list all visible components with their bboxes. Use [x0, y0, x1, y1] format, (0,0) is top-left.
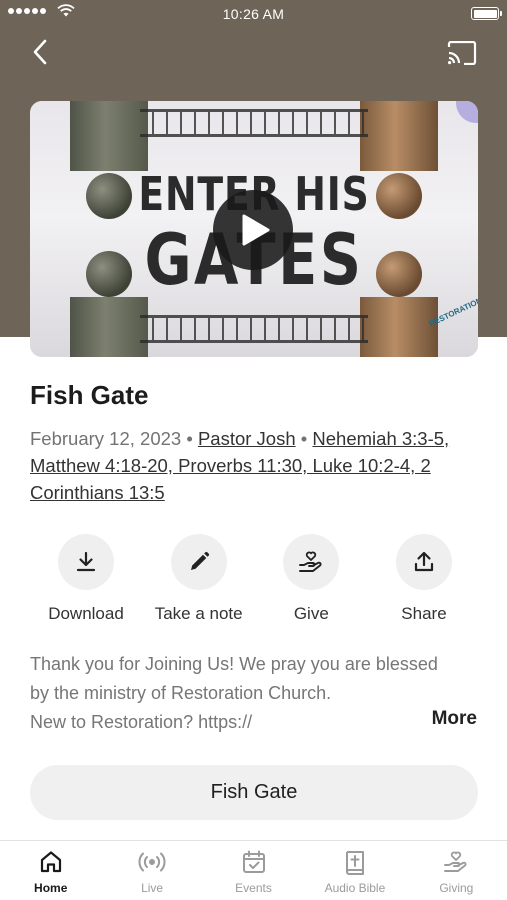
sermon-thumbnail[interactable]: ENTER HIS GATES RESTORATION [30, 101, 478, 357]
tab-audio-bible[interactable]: Audio Bible [304, 841, 405, 900]
cast-icon [447, 41, 477, 65]
back-button[interactable] [24, 36, 56, 68]
sermon-description: Thank you for Joining Us! We pray you ar… [30, 650, 480, 737]
tab-events[interactable]: Events [203, 841, 304, 900]
ironwork-top [140, 109, 368, 137]
take-note-label: Take a note [154, 604, 243, 623]
tab-live-label: Live [141, 881, 164, 895]
take-note-circle [170, 534, 227, 590]
giving-hand-icon [299, 551, 322, 572]
tab-giving-label: Giving [439, 881, 474, 895]
status-time: 10:26 AM [222, 6, 285, 22]
sermon-date: February 12, 2023 [30, 428, 182, 449]
description-line: Thank you for Joining Us! We pray you ar… [30, 654, 438, 674]
pencil-icon [190, 551, 209, 570]
left-pillar-bottom [70, 297, 148, 357]
tab-events-label: Events [235, 881, 272, 895]
download-button[interactable]: Download [30, 534, 142, 624]
action-row: Download Take a note Give Share [30, 534, 480, 624]
sermon-meta: February 12, 2023 • Pastor Josh • Nehemi… [30, 425, 480, 506]
give-button[interactable]: Give [255, 534, 367, 624]
cast-button[interactable] [445, 38, 479, 68]
speaker-link[interactable]: Pastor Josh [198, 428, 296, 449]
meta-separator: • [295, 428, 313, 449]
description-line: by the ministry of Restoration Church. [30, 683, 332, 703]
download-label: Download [48, 604, 124, 623]
right-pillar-top [360, 101, 438, 171]
share-label: Share [401, 604, 447, 623]
download-icon [76, 551, 96, 572]
tab-live[interactable]: Live [101, 841, 202, 900]
status-bar: 10:26 AM [0, 0, 507, 28]
tab-bar: Home Live Events Audio Bible Giving [0, 840, 507, 900]
more-button[interactable]: More [432, 708, 477, 730]
series-button[interactable]: Fish Gate [30, 765, 478, 820]
share-icon [414, 551, 434, 572]
tab-home-label: Home [34, 881, 68, 895]
ironwork-bottom [140, 315, 368, 343]
bible-icon [345, 851, 364, 875]
live-broadcast-icon [138, 852, 166, 872]
share-button[interactable]: Share [368, 534, 480, 624]
play-icon [242, 214, 270, 246]
tab-home[interactable]: Home [0, 841, 101, 900]
download-circle [58, 534, 114, 590]
take-note-button[interactable]: Take a note [143, 534, 255, 624]
right-pillar-bottom [360, 297, 438, 357]
home-icon [40, 851, 61, 873]
tab-giving[interactable]: Giving [406, 841, 507, 900]
play-button[interactable] [213, 190, 293, 270]
give-circle [283, 534, 340, 590]
battery-icon [471, 7, 502, 20]
give-label: Give [293, 604, 329, 623]
tab-audio-bible-label: Audio Bible [324, 881, 386, 895]
sermon-title: Fish Gate [30, 380, 149, 410]
calendar-icon [242, 850, 265, 873]
share-circle [395, 534, 452, 590]
giving-hand-icon [444, 851, 467, 872]
description-line: New to Restoration? https:// [30, 712, 253, 732]
left-pillar-top [70, 101, 148, 171]
chevron-left-icon [33, 39, 47, 65]
meta-separator: • [181, 428, 198, 449]
